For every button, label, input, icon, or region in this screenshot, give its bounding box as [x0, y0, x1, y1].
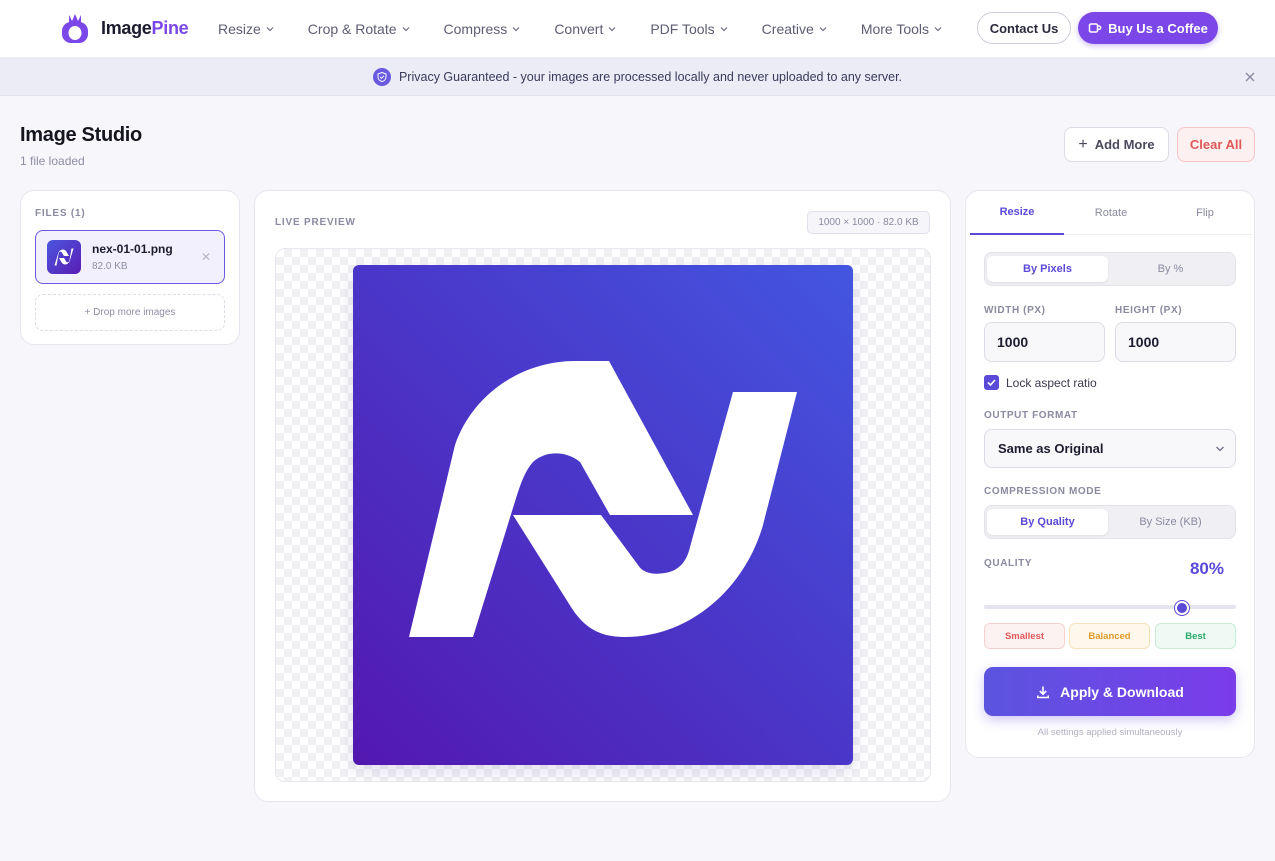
chevron-down-icon: [266, 27, 274, 32]
clear-all-button[interactable]: Clear All: [1177, 127, 1255, 162]
chevron-down-icon: [608, 27, 616, 32]
nav-compress[interactable]: Compress: [444, 21, 521, 37]
brand-logo[interactable]: ImagePine: [59, 12, 189, 44]
shield-check-icon: [372, 67, 391, 86]
chevron-down-icon: [819, 27, 827, 32]
nav-creative[interactable]: Creative: [762, 21, 827, 37]
close-icon[interactable]: [1243, 70, 1257, 84]
size-mode-toggle: By Pixels By %: [984, 252, 1236, 286]
tab-flip[interactable]: Flip: [1158, 191, 1252, 235]
preset-balanced[interactable]: Balanced: [1069, 623, 1150, 649]
live-preview-panel: LIVE PREVIEW 1000 × 1000 · 82.0 KB: [254, 190, 951, 802]
add-more-label: Add More: [1094, 137, 1155, 152]
download-icon: [1037, 686, 1050, 698]
file-list-item[interactable]: nex-01-01.png 82.0 KB ✕: [35, 230, 225, 284]
chevron-down-icon: [934, 27, 942, 32]
nav-crop-rotate[interactable]: Crop & Rotate: [308, 21, 410, 37]
width-input[interactable]: [984, 322, 1105, 362]
output-format-value: Same as Original: [998, 441, 1104, 456]
coffee-cup-icon: [1088, 23, 1102, 33]
brand-name: ImagePine: [101, 17, 189, 38]
height-input[interactable]: [1115, 322, 1236, 362]
chevron-down-icon: [720, 27, 728, 32]
drop-more-zone[interactable]: + Drop more images: [35, 294, 225, 331]
nav-resize[interactable]: Resize: [218, 21, 274, 37]
buy-coffee-label: Buy Us a Coffee: [1108, 20, 1208, 36]
lock-aspect-label: Lock aspect ratio: [1006, 375, 1097, 390]
contact-us-button[interactable]: Contact Us: [977, 12, 1071, 44]
settings-hint: All settings applied simultaneously: [1037, 727, 1183, 738]
output-format-select[interactable]: Same as Original: [984, 429, 1236, 468]
privacy-banner-text: Privacy Guaranteed - your images are pro…: [398, 69, 903, 84]
pineapple-logo-icon: [59, 12, 91, 44]
lock-aspect-checkbox[interactable]: [984, 375, 999, 390]
height-label: HEIGHT (PX): [1115, 305, 1183, 316]
apply-download-button[interactable]: Apply & Download: [984, 667, 1236, 716]
lock-aspect-row[interactable]: Lock aspect ratio: [984, 375, 1097, 390]
by-pixels-option[interactable]: By Pixels: [987, 256, 1108, 282]
tab-resize[interactable]: Resize: [970, 191, 1064, 235]
preview-image: [353, 265, 853, 765]
add-more-button[interactable]: + Add More: [1064, 127, 1169, 162]
chevron-down-icon: [1216, 446, 1224, 452]
plus-icon: +: [1078, 135, 1088, 153]
preview-label: LIVE PREVIEW: [275, 217, 356, 228]
page-title: Image Studio: [20, 124, 142, 146]
tab-rotate[interactable]: Rotate: [1064, 191, 1158, 235]
nav-convert[interactable]: Convert: [554, 21, 616, 37]
by-size-option[interactable]: By Size (KB): [1110, 509, 1231, 535]
main-nav: Resize Crop & Rotate Compress Convert PD…: [218, 0, 976, 58]
quality-value: 80%: [1189, 559, 1224, 578]
files-loaded-count: 1 file loaded: [20, 154, 85, 168]
files-label: FILES (1): [35, 208, 86, 219]
preset-smallest[interactable]: Smallest: [984, 623, 1065, 649]
compression-mode-label: COMPRESSION MODE: [984, 486, 1102, 497]
checkmark-icon: [987, 379, 996, 387]
quality-label: QUALITY: [984, 558, 1033, 569]
file-size: 82.0 KB: [92, 261, 128, 272]
output-format-label: OUTPUT FORMAT: [984, 410, 1078, 421]
nav-more-tools[interactable]: More Tools: [861, 21, 942, 37]
by-quality-option[interactable]: By Quality: [987, 509, 1108, 535]
preset-best[interactable]: Best: [1155, 623, 1236, 649]
by-percent-option[interactable]: By %: [1110, 256, 1231, 282]
settings-tabs: Resize Rotate Flip: [970, 191, 1252, 235]
buy-coffee-button[interactable]: Buy Us a Coffee: [1078, 12, 1218, 44]
chevron-down-icon: [512, 27, 520, 32]
settings-panel: Resize Rotate Flip By Pixels By % WIDTH …: [965, 190, 1255, 758]
file-thumbnail: [47, 240, 81, 274]
files-panel: FILES (1) nex-01-01.png 82.0 KB ✕ + Drop…: [20, 190, 240, 345]
top-navbar: ImagePine Resize Crop & Rotate Compress …: [0, 0, 1275, 58]
slider-thumb[interactable]: [1175, 601, 1190, 615]
brand-n-logo: [409, 361, 797, 637]
chevron-down-icon: [402, 27, 409, 32]
image-dimensions-badge: 1000 × 1000 · 82.0 KB: [807, 211, 930, 234]
privacy-banner: Privacy Guaranteed - your images are pro…: [0, 58, 1275, 96]
remove-file-icon[interactable]: ✕: [201, 250, 211, 264]
quality-slider[interactable]: [984, 601, 1236, 615]
slider-track: [984, 605, 1236, 609]
nav-pdf-tools[interactable]: PDF Tools: [650, 21, 728, 37]
apply-download-label: Apply & Download: [1060, 683, 1184, 700]
width-label: WIDTH (PX): [984, 305, 1046, 316]
compression-mode-toggle: By Quality By Size (KB): [984, 505, 1236, 539]
transparency-canvas: [275, 248, 931, 782]
file-name: nex-01-01.png: [92, 242, 173, 256]
